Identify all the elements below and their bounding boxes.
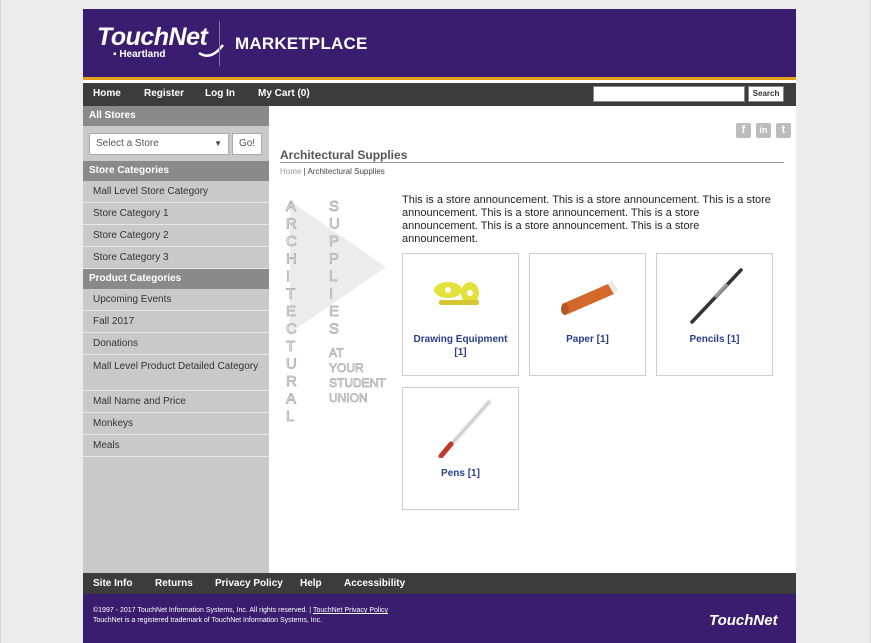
store-title: Architectural Supplies <box>280 148 408 162</box>
main-nav: Home Register Log In My Cart (0) Search <box>83 83 796 106</box>
banner-letter: R <box>286 373 297 390</box>
logo-text: TouchNet <box>97 23 208 51</box>
search-button[interactable]: Search <box>748 86 784 102</box>
header-divider <box>219 21 220 66</box>
tile-label[interactable]: Paper [1] <box>534 333 641 346</box>
twitter-icon[interactable]: t <box>776 123 791 138</box>
nav-login[interactable]: Log In <box>205 88 235 99</box>
banner-letter: L <box>329 268 337 285</box>
breadcrumb-home[interactable]: Home <box>280 167 301 176</box>
category-tile-paper[interactable]: Paper [1] <box>529 253 646 376</box>
store-categories-heading: Store Categories <box>83 161 269 181</box>
banner-word: STUDENT <box>329 376 386 390</box>
sidebar-item-mall-level-product[interactable]: Mall Level Product Detailed Category <box>83 355 269 391</box>
sidebar-item-upcoming-events[interactable]: Upcoming Events <box>83 289 269 311</box>
sidebar-item-monkeys[interactable]: Monkeys <box>83 413 269 435</box>
chevron-down-icon: ▼ <box>214 139 222 148</box>
sidebar-item-store-category-2[interactable]: Store Category 2 <box>83 225 269 247</box>
nav-register[interactable]: Register <box>144 88 184 99</box>
banner-letter: S <box>329 198 339 215</box>
privacy-policy-link[interactable]: TouchNet Privacy Policy <box>313 607 388 614</box>
copyright-text: ©1997 - 2017 TouchNet Information System… <box>93 606 388 626</box>
product-categories-heading: Product Categories <box>83 269 269 289</box>
all-stores-heading: All Stores <box>83 106 269 126</box>
footer-help[interactable]: Help <box>300 578 322 589</box>
footer-touchnet-logo[interactable]: TouchNet <box>709 612 778 629</box>
nav-home[interactable]: Home <box>93 88 121 99</box>
banner-letter: U <box>329 216 340 233</box>
sidebar-item-mall-level-store-category[interactable]: Mall Level Store Category <box>83 181 269 203</box>
banner-letter: A <box>286 198 296 215</box>
banner-letter: C <box>286 321 297 338</box>
category-tile-drawing-equipment[interactable]: Drawing Equipment [1] <box>402 253 519 376</box>
banner-letter: R <box>286 216 297 233</box>
breadcrumb: Home | Architectural Supplies <box>280 167 385 176</box>
footer-nav: Site Info Returns Privacy Policy Help Ac… <box>83 573 796 594</box>
banner-word: AT <box>329 346 344 360</box>
footer-returns[interactable]: Returns <box>155 578 193 589</box>
sidebar: All Stores Select a Store ▼ Go! Store Ca… <box>83 106 269 573</box>
facebook-icon[interactable]: f <box>736 123 751 138</box>
footer-privacy-policy[interactable]: Privacy Policy <box>215 578 283 589</box>
banner-letter: E <box>329 303 339 320</box>
copyright-line2: TouchNet is a registered trademark of To… <box>93 617 323 624</box>
breadcrumb-current: Architectural Supplies <box>307 167 385 176</box>
banner-letter: C <box>286 233 297 250</box>
category-tile-pens[interactable]: Pens [1] <box>402 387 519 510</box>
pencil-icon <box>690 268 743 324</box>
banner-letter: L <box>286 408 294 425</box>
banner-letter: U <box>286 356 297 373</box>
sidebar-item-meals[interactable]: Meals <box>83 435 269 457</box>
sidebar-item-mall-name-price[interactable]: Mall Name and Price <box>83 391 269 413</box>
tile-label[interactable]: Pens [1] <box>407 467 514 480</box>
linkedin-icon[interactable]: in <box>756 123 771 138</box>
banner-word: YOUR <box>329 361 364 375</box>
banner-letter: A <box>286 391 296 408</box>
logo-swoosh-icon <box>198 44 224 57</box>
go-button[interactable]: Go! <box>232 133 262 155</box>
footer-accessibility[interactable]: Accessibility <box>344 578 405 589</box>
sidebar-item-fall-2017[interactable]: Fall 2017 <box>83 311 269 333</box>
sidebar-item-store-category-3[interactable]: Store Category 3 <box>83 247 269 269</box>
page-title: MARKETPLACE <box>235 34 368 53</box>
store-select-value: Select a Store <box>96 138 159 149</box>
banner-letter: S <box>329 321 339 338</box>
banner-letter: I <box>286 268 290 285</box>
store-select-row: Select a Store ▼ Go! <box>83 126 269 161</box>
site-footer: ©1997 - 2017 TouchNet Information System… <box>83 594 796 643</box>
banner-letter: P <box>329 251 339 268</box>
banner-letter: I <box>329 286 333 303</box>
category-tile-pencils[interactable]: Pencils [1] <box>656 253 773 376</box>
store-banner-image: ARCHITECTURAL SUPPLIES ATYOURSTUDENTUNIO… <box>286 198 387 426</box>
banner-word: UNION <box>329 391 368 405</box>
store-select[interactable]: Select a Store ▼ <box>89 133 229 155</box>
site-header: TouchNet ▪ Heartland MARKETPLACE <box>83 9 796 80</box>
pen-icon <box>438 399 492 458</box>
banner-letter: E <box>286 303 296 320</box>
sidebar-item-store-category-1[interactable]: Store Category 1 <box>83 203 269 225</box>
nav-cart[interactable]: My Cart (0) <box>258 88 310 99</box>
copyright-line1: ©1997 - 2017 TouchNet Information System… <box>93 607 313 614</box>
touchnet-logo[interactable]: TouchNet ▪ Heartland <box>97 23 224 60</box>
search-input[interactable] <box>593 86 745 102</box>
banner-letter: T <box>286 286 295 303</box>
banner-letter: H <box>286 251 297 268</box>
tile-label[interactable]: Drawing Equipment [1] <box>407 333 514 359</box>
store-announcement: This is a store announcement. This is a … <box>402 194 771 245</box>
paper-roll-icon <box>561 280 618 315</box>
banner-letter: P <box>329 233 339 250</box>
page: TouchNet ▪ Heartland MARKETPLACE Home Re… <box>83 9 796 643</box>
drawing-equipment-icon <box>434 282 479 305</box>
footer-site-info[interactable]: Site Info <box>93 578 132 589</box>
tile-label[interactable]: Pencils [1] <box>661 333 768 346</box>
title-divider <box>280 162 784 163</box>
sidebar-item-donations[interactable]: Donations <box>83 333 269 355</box>
banner-letter: T <box>286 338 295 355</box>
